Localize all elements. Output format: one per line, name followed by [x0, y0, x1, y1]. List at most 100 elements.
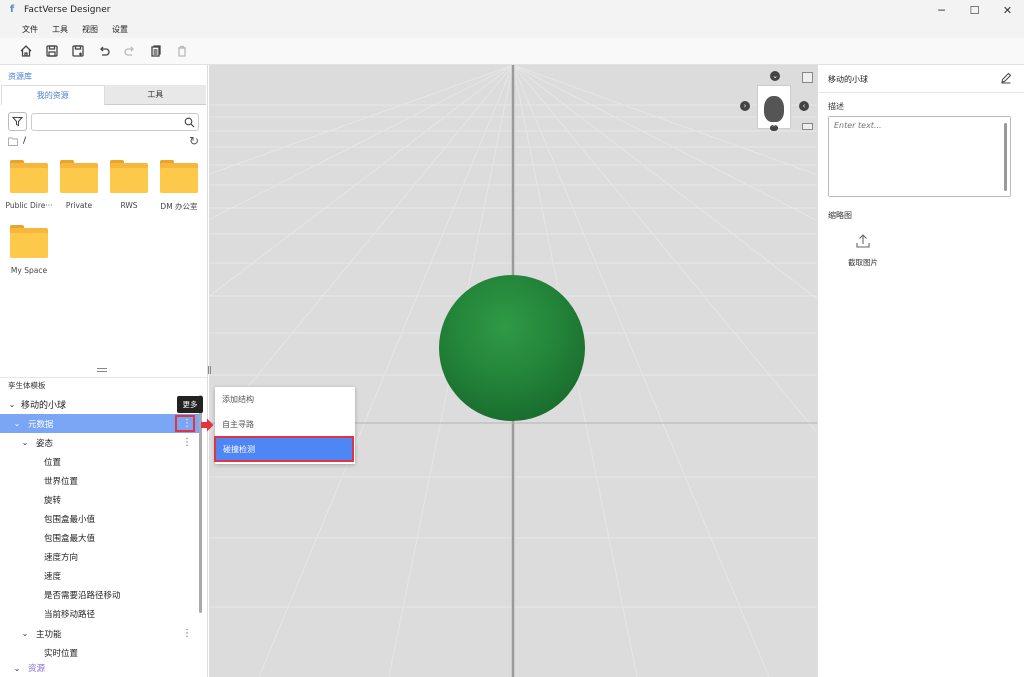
folder-icon	[60, 160, 98, 193]
edit-icon[interactable]	[1000, 72, 1012, 84]
tab-my-resources[interactable]: 我的资源	[1, 85, 105, 105]
more-button-highlight	[175, 415, 195, 432]
chevron-left-icon[interactable]: ‹	[799, 101, 809, 111]
resource-library-header: 资源库	[8, 72, 32, 81]
copy-icon[interactable]	[147, 42, 165, 60]
folder-label: Public Dire···	[5, 201, 53, 210]
more-tooltip: 更多	[177, 396, 203, 413]
tree-node-leaf[interactable]: 包围盒最大值	[0, 528, 200, 547]
tree-node-leaf[interactable]: 包围盒最小值	[0, 509, 200, 528]
folder-icon	[110, 160, 148, 193]
tree-node-pose[interactable]: ⌄ 姿态 ⋮	[0, 433, 200, 452]
menu-settings[interactable]: 设置	[112, 24, 128, 35]
tree-node-leaf[interactable]: 速度	[0, 566, 200, 585]
tree-node-leaf[interactable]: 当前移动路径	[0, 604, 200, 623]
toolbar	[0, 38, 1024, 65]
upload-icon	[856, 234, 870, 248]
refresh-icon[interactable]: ↻	[189, 134, 199, 148]
properties-panel: 移动的小球 描述 缩略图 截取图片	[817, 65, 1024, 677]
chevron-right-icon[interactable]: ›	[740, 101, 750, 111]
menu-item-add-structure[interactable]: 添加结构	[215, 387, 355, 411]
context-menu: 添加结构 自主寻路 碰撞检测	[214, 387, 355, 464]
redo-icon[interactable]	[121, 42, 139, 60]
folder-label: RWS	[120, 201, 138, 210]
menu-view[interactable]: 视图	[82, 24, 98, 35]
tree-node-leaf[interactable]: 是否需要沿路径移动	[0, 585, 200, 604]
menu-item-auto-pathfinding[interactable]: 自主寻路	[215, 412, 355, 436]
view-navigation-cube[interactable]	[757, 85, 791, 129]
chevron-down-icon[interactable]: ⌄	[12, 664, 22, 673]
search-field	[31, 112, 199, 134]
save-icon[interactable]	[43, 42, 61, 60]
save-as-icon[interactable]	[69, 42, 87, 60]
tree-node-leaf[interactable]: 旋转	[0, 490, 200, 509]
undo-icon[interactable]	[95, 42, 113, 60]
folder-item[interactable]: Private	[54, 160, 104, 210]
close-button[interactable]: ✕	[991, 0, 1024, 20]
tree-node-resources[interactable]: ⌄ 资源	[0, 662, 200, 675]
tree-node-leaf[interactable]: 实时位置	[0, 643, 200, 662]
chevron-down-icon[interactable]: ⌄	[20, 438, 30, 447]
tree-node-metadata[interactable]: ⌄ 元数据 ⋮	[0, 414, 200, 433]
chevron-up-icon[interactable]: ^	[770, 125, 778, 131]
more-options-icon[interactable]: ⋮	[182, 437, 192, 448]
folder-item[interactable]: Public Dire···	[4, 160, 54, 210]
object-name: 移动的小球	[828, 75, 868, 84]
capture-image-label: 截取图片	[848, 258, 878, 267]
path-breadcrumb: / ↻	[8, 134, 207, 148]
resource-tabs: 我的资源 工具	[1, 85, 206, 105]
twin-template-header: 孪生体模板	[0, 377, 207, 393]
folder-icon	[10, 160, 48, 193]
folder-item[interactable]: DM 办公室	[154, 160, 204, 212]
left-panel: 资源库 我的资源 工具 / ↻ Public Dire··· Private R…	[0, 65, 208, 677]
capture-image-button[interactable]: 截取图片	[840, 233, 886, 268]
delete-icon[interactable]	[173, 42, 191, 60]
filter-icon[interactable]	[8, 112, 27, 131]
menu-item-collision-detection[interactable]: 碰撞检测	[214, 436, 354, 462]
3d-viewport[interactable]: ⌄ › ‹ ^	[209, 65, 817, 677]
window-title: FactVerse Designer	[24, 5, 111, 15]
folder-label: DM 办公室	[160, 202, 198, 211]
thumbnail-label: 缩略图	[828, 211, 852, 220]
folder-icon	[10, 225, 48, 258]
folder-small-icon	[8, 137, 18, 146]
chevron-down-icon[interactable]: ⌄	[7, 400, 17, 409]
tree-node-leaf[interactable]: 速度方向	[0, 547, 200, 566]
viewport-splitter-handle[interactable]	[208, 366, 211, 374]
folder-label: My Space	[10, 266, 48, 275]
app-logo-icon: f	[9, 4, 15, 15]
pointer-arrow-icon	[201, 418, 214, 432]
chevron-down-icon[interactable]: ⌄	[770, 71, 780, 81]
description-scrollbar[interactable]	[1004, 123, 1007, 191]
maximize-button[interactable]: ☐	[958, 0, 991, 20]
tree-node-root[interactable]: ⌄ 移动的小球	[0, 395, 200, 414]
chevron-down-icon[interactable]: ⌄	[12, 419, 22, 428]
more-options-icon[interactable]: ⋮	[182, 628, 192, 639]
search-icon[interactable]	[184, 117, 195, 128]
description-input[interactable]	[829, 117, 1010, 196]
screenshot-icon[interactable]	[802, 72, 813, 83]
menu-file[interactable]: 文件	[22, 24, 38, 35]
minimize-button[interactable]: ─	[925, 0, 958, 20]
menu-tools[interactable]: 工具	[52, 24, 68, 35]
green-sphere-object[interactable]	[439, 275, 585, 421]
tree-node-leaf[interactable]: 位置	[0, 452, 200, 471]
description-field	[828, 116, 1011, 197]
folder-item[interactable]: My Space	[4, 225, 54, 275]
home-icon[interactable]	[17, 42, 35, 60]
title-bar: f FactVerse Designer ─ ☐ ✕	[0, 0, 1024, 20]
tree-node-leaf[interactable]: 世界位置	[0, 471, 200, 490]
description-label: 描述	[828, 102, 844, 111]
panel-splitter-handle[interactable]	[97, 368, 107, 372]
current-path: /	[23, 136, 27, 146]
properties-header: 移动的小球	[818, 65, 1024, 93]
tree-node-main-function[interactable]: ⌄ 主功能 ⋮	[0, 624, 200, 643]
tab-tools[interactable]: 工具	[104, 85, 206, 105]
folder-label: Private	[65, 201, 93, 210]
camera-icon[interactable]	[802, 123, 813, 130]
folder-icon	[160, 160, 198, 193]
chevron-down-icon[interactable]: ⌄	[20, 629, 30, 638]
search-input[interactable]	[32, 118, 198, 134]
folder-item[interactable]: RWS	[104, 160, 154, 210]
head-icon	[764, 96, 784, 122]
